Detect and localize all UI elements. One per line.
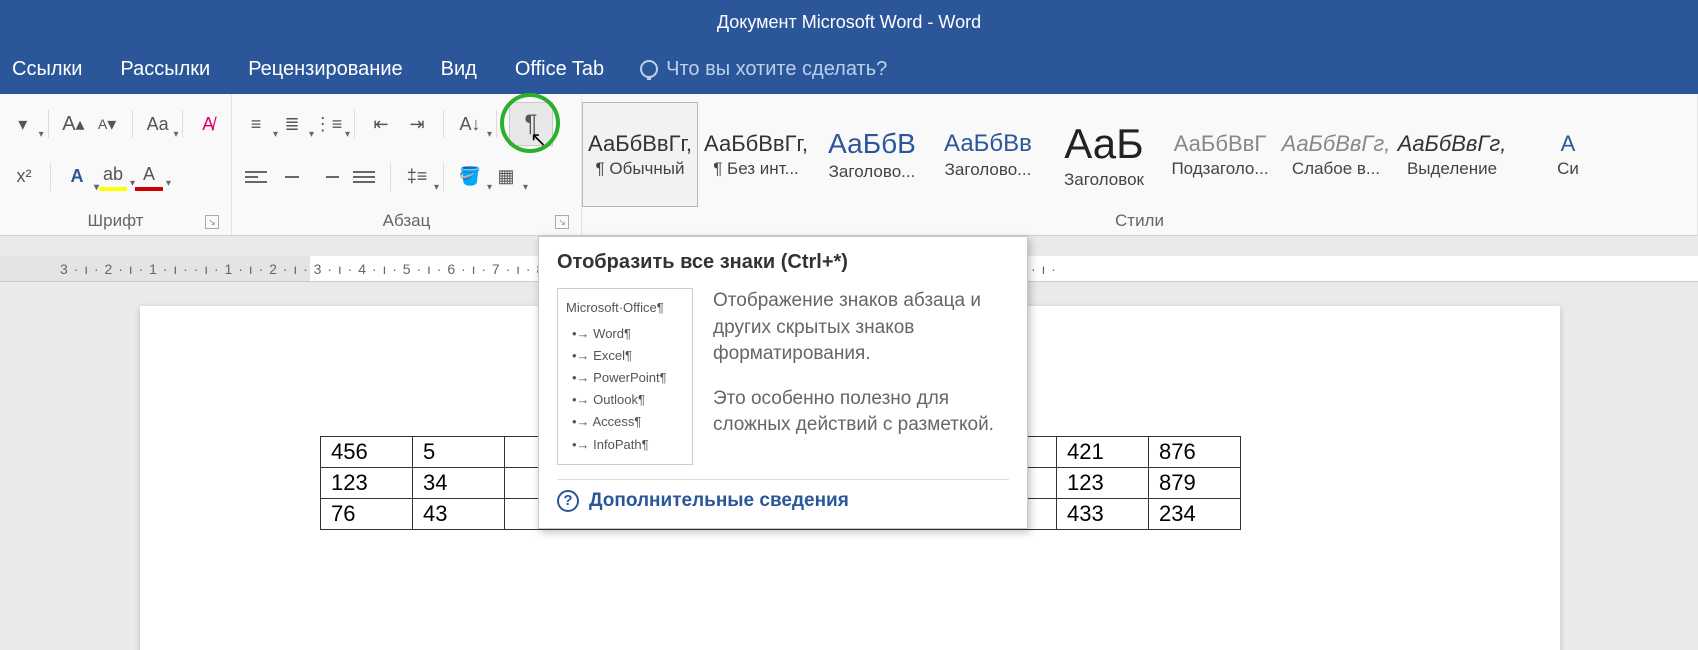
table-cell[interactable]: 456 xyxy=(321,437,413,468)
style-8[interactable]: АСи xyxy=(1510,102,1626,207)
align-left-button[interactable] xyxy=(242,163,270,191)
table-cell[interactable]: 876 xyxy=(1149,437,1241,468)
font-color-button[interactable]: A xyxy=(135,163,163,191)
table-cell[interactable]: 234 xyxy=(1149,499,1241,530)
group-paragraph: ≡ ≣ ⋮≡ ⇤ ⇥ A↓ ¶ ↖ ‡≡ 🪣 ▦ Абзац↘ xyxy=(232,94,582,235)
change-case-button[interactable]: Aa xyxy=(145,110,171,138)
tooltip-title: Отобразить все знаки (Ctrl+*) xyxy=(557,251,1009,274)
group-styles: АаБбВвГг,¶ ОбычныйАаБбВвГг,¶ Без инт...А… xyxy=(582,94,1698,235)
style-2[interactable]: АаБбВЗаголово... xyxy=(814,102,930,207)
clear-formatting-button[interactable]: A̸ xyxy=(195,110,221,138)
subscript-button[interactable]: x² xyxy=(10,163,38,191)
tab-mailings[interactable]: Рассылки xyxy=(118,54,212,85)
table-cell[interactable]: 433 xyxy=(1057,499,1149,530)
shading-button[interactable]: 🪣 xyxy=(456,163,484,191)
title-bar: Документ Microsoft Word - Word xyxy=(0,0,1698,44)
tab-view[interactable]: Вид xyxy=(439,54,479,85)
style-5[interactable]: АаБбВвГПодзаголо... xyxy=(1162,102,1278,207)
style-4[interactable]: АаБЗаголовок xyxy=(1046,102,1162,207)
tab-review[interactable]: Рецензирование xyxy=(246,54,404,85)
table-cell[interactable]: 43 xyxy=(413,499,505,530)
font-dialog-launcher[interactable]: ↘ xyxy=(205,215,219,229)
align-center-button[interactable] xyxy=(278,163,306,191)
decrease-indent-button[interactable]: ⇤ xyxy=(367,110,395,138)
table-cell[interactable]: 421 xyxy=(1057,437,1149,468)
tab-references[interactable]: Ссылки xyxy=(10,54,84,85)
increase-indent-button[interactable]: ⇥ xyxy=(403,110,431,138)
lightbulb-icon xyxy=(640,60,658,78)
table-cell[interactable]: 34 xyxy=(413,468,505,499)
paragraph-dialog-launcher[interactable]: ↘ xyxy=(555,215,569,229)
tooltip-more-info-link[interactable]: ? Дополнительные сведения xyxy=(557,479,1009,512)
style-0[interactable]: АаБбВвГг,¶ Обычный xyxy=(582,102,698,207)
style-3[interactable]: АаБбВвЗаголово... xyxy=(930,102,1046,207)
table-cell[interactable]: 123 xyxy=(1057,468,1149,499)
ribbon-tabs: Ссылки Рассылки Рецензирование Вид Offic… xyxy=(0,44,1698,94)
tell-me-placeholder: Что вы хотите сделать? xyxy=(666,58,887,81)
text-effects-button[interactable]: A xyxy=(63,163,91,191)
table-cell[interactable]: 76 xyxy=(321,499,413,530)
group-font: ▾ A▴ A▾ Aa A̸ x² A ab A Шрифт↘ xyxy=(0,94,232,235)
style-7[interactable]: АаБбВвГг,Выделение xyxy=(1394,102,1510,207)
sort-button[interactable]: A↓ xyxy=(456,110,484,138)
grow-font-button[interactable]: A▴ xyxy=(61,110,87,138)
show-hide-marks-button[interactable]: ¶ ↖ xyxy=(509,102,553,146)
tooltip-preview-image: Microsoft·Office¶ •→ Word¶•→ Excel¶•→ Po… xyxy=(557,288,693,465)
line-spacing-button[interactable]: ‡≡ xyxy=(403,163,431,191)
window-title: Документ Microsoft Word - Word xyxy=(717,12,981,33)
tell-me-search[interactable]: Что вы хотите сделать? xyxy=(640,58,887,81)
group-paragraph-label: Абзац↘ xyxy=(242,207,571,231)
borders-button[interactable]: ▦ xyxy=(492,163,520,191)
style-1[interactable]: АаБбВвГг,¶ Без инт... xyxy=(698,102,814,207)
shrink-font-button[interactable]: A▾ xyxy=(94,110,120,138)
style-6[interactable]: АаБбВвГг,Слабое в... xyxy=(1278,102,1394,207)
tab-office-tab[interactable]: Office Tab xyxy=(513,54,606,85)
font-size-combo[interactable]: ▾ xyxy=(10,110,36,138)
help-icon: ? xyxy=(557,490,579,512)
align-right-button[interactable] xyxy=(314,163,342,191)
table-cell[interactable]: 123 xyxy=(321,468,413,499)
justify-button[interactable] xyxy=(350,163,378,191)
group-font-label: Шрифт↘ xyxy=(10,207,221,231)
highlight-button[interactable]: ab xyxy=(99,163,127,191)
tooltip-show-marks: Отобразить все знаки (Ctrl+*) Microsoft·… xyxy=(538,236,1028,529)
numbering-button[interactable]: ≣ xyxy=(278,110,306,138)
group-styles-label: Стили xyxy=(582,207,1697,231)
ribbon: ▾ A▴ A▾ Aa A̸ x² A ab A Шрифт↘ ≡ ≣ ⋮≡ ⇤ … xyxy=(0,94,1698,236)
bullets-button[interactable]: ≡ xyxy=(242,110,270,138)
table-cell[interactable]: 5 xyxy=(413,437,505,468)
cursor-icon: ↖ xyxy=(530,127,547,152)
multilevel-list-button[interactable]: ⋮≡ xyxy=(314,110,342,138)
table-cell[interactable]: 879 xyxy=(1149,468,1241,499)
tooltip-description: Отображение знаков абзаца и других скрыт… xyxy=(713,288,1009,465)
